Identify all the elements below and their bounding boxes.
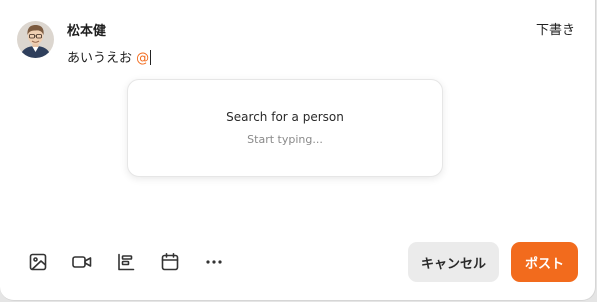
post-composer-dialog: 松本健 下書き あいうえお @ Search for a person Star… [0,0,596,301]
avatar[interactable] [17,21,54,58]
calendar-icon[interactable] [159,251,181,273]
cancel-button[interactable]: キャンセル [408,242,499,282]
user-name: 松本健 [67,24,107,39]
avatar-illustration [17,21,54,58]
text-caret [150,50,152,65]
post-text: あいうえお [67,51,133,66]
image-icon[interactable] [27,251,49,273]
video-icon[interactable] [71,251,93,273]
mention-search-popup: Search for a person Start typing... [127,79,443,177]
post-text-input[interactable]: あいうえお @ [67,49,152,69]
poll-icon[interactable] [115,251,137,273]
mention-trigger: @ [136,51,150,66]
post-button[interactable]: ポスト [511,242,578,282]
drafts-link[interactable]: 下書き [536,22,575,40]
mention-popup-title: Search for a person [226,110,344,124]
mention-popup-subtitle: Start typing... [247,133,323,146]
more-icon[interactable] [203,251,225,273]
